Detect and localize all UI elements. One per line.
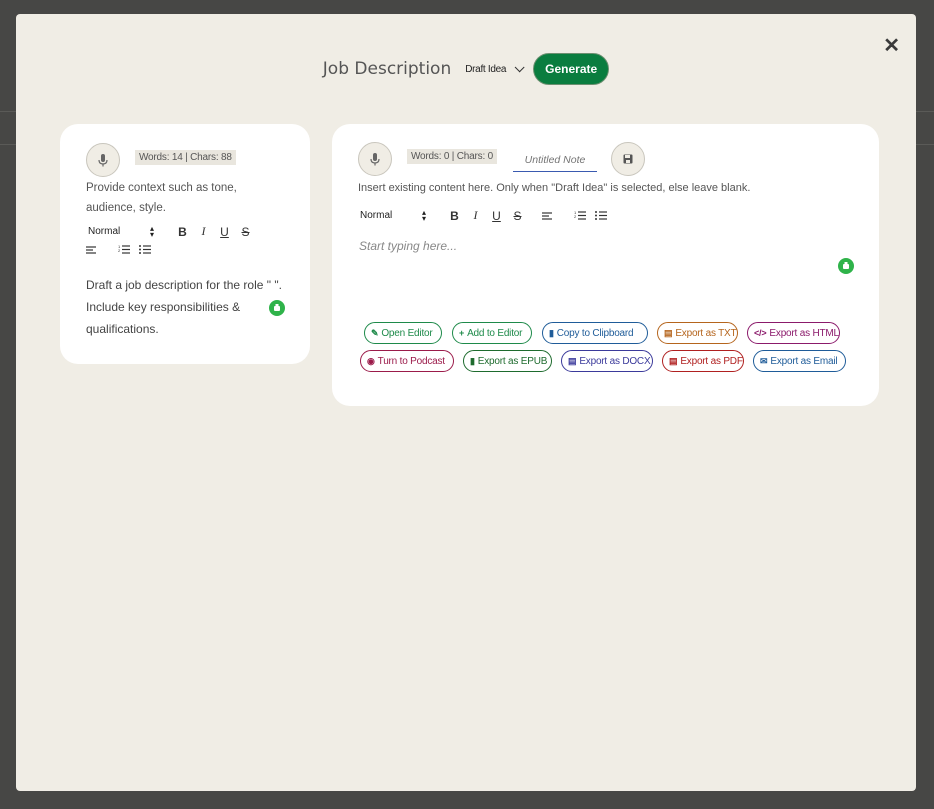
svg-text:2: 2 xyxy=(118,248,121,253)
format-select[interactable]: Normal ▴ ▾ xyxy=(360,207,426,223)
action-label: Open Editor xyxy=(381,327,433,339)
action-label: Export as EPUB xyxy=(477,355,548,367)
bullet-list-icon[interactable] xyxy=(595,210,607,221)
bullet-list-icon[interactable] xyxy=(139,244,151,255)
italic-icon[interactable]: I xyxy=(465,208,486,223)
bold-icon[interactable]: B xyxy=(172,225,193,239)
content-card: Words: 0 | Chars: 0 Insert existing cont… xyxy=(332,124,879,406)
podcast-icon: ◉ xyxy=(367,355,375,366)
note-title-input[interactable] xyxy=(513,148,597,172)
save-button[interactable] xyxy=(611,142,645,176)
prompt-line: qualifications. xyxy=(86,322,159,336)
action-label: Export as HTML xyxy=(769,327,839,339)
pencil-icon: ✎ xyxy=(371,327,379,338)
action-label: Export as DOCX xyxy=(579,355,651,367)
mode-select-value: Draft Idea xyxy=(465,63,507,75)
word-char-counter: Words: 14 | Chars: 88 xyxy=(135,150,236,165)
microphone-button[interactable] xyxy=(86,143,120,177)
prompt-line: Include key responsibilities & xyxy=(86,300,241,314)
bold-icon[interactable]: B xyxy=(444,209,465,223)
action-label: Export as PDF xyxy=(680,355,743,367)
action-label: Export as TXT xyxy=(675,327,737,339)
prompt-hint-line: Provide context such as tone, xyxy=(86,182,237,194)
action-label: Turn to Podcast xyxy=(377,355,445,367)
ordered-list-icon[interactable]: 12 xyxy=(574,210,586,221)
mode-select[interactable]: Draft Idea xyxy=(465,61,525,75)
modal-header: Job Description Draft Idea Generate xyxy=(16,53,916,85)
envelope-icon: ✉ xyxy=(760,355,768,366)
action-label: Export as Email xyxy=(770,355,838,367)
export-as-email-button[interactable]: ✉ Export as Email xyxy=(753,350,846,372)
microphone-icon xyxy=(370,152,380,165)
italic-icon[interactable]: I xyxy=(193,224,214,239)
generate-button[interactable]: Generate xyxy=(533,53,610,85)
ordered-list-icon[interactable]: 12 xyxy=(118,244,130,255)
prompt-editor[interactable]: Draft a job description for the role " "… xyxy=(86,274,282,340)
export-as-pdf-button[interactable]: ▤ Export as PDF xyxy=(662,350,744,372)
job-description-modal: ✕ Job Description Draft Idea Generate Wo… xyxy=(16,14,916,791)
add-to-editor-button[interactable]: + Add to Editor xyxy=(452,322,532,344)
format-select-value: Normal xyxy=(360,210,393,221)
underline-icon[interactable]: U xyxy=(214,225,235,239)
turn-to-podcast-button[interactable]: ◉ Turn to Podcast xyxy=(360,350,454,372)
clipboard-icon: ▮ xyxy=(549,327,554,338)
content-hint: Insert existing content here. Only when … xyxy=(358,182,751,194)
format-toolbar: Normal ▴ ▾ B I U S 12 xyxy=(360,208,607,223)
prompt-hint-line: audience, style. xyxy=(86,202,166,214)
open-editor-button[interactable]: ✎ Open Editor xyxy=(364,322,442,344)
prompt-line: Draft a job description for the role " "… xyxy=(86,278,282,292)
chevron-down-icon xyxy=(514,61,525,72)
code-icon: </> xyxy=(754,328,767,338)
align-left-icon[interactable] xyxy=(86,245,98,255)
format-toolbar: Normal ▴ ▾ B I U S xyxy=(88,224,256,239)
svg-text:2: 2 xyxy=(574,214,577,219)
export-as-html-button[interactable]: </> Export as HTML xyxy=(747,322,840,344)
book-icon: ▮ xyxy=(470,355,475,366)
format-select[interactable]: Normal ▴ ▾ xyxy=(88,223,154,239)
select-arrows-icon: ▴ ▾ xyxy=(421,207,426,223)
underline-icon[interactable]: U xyxy=(486,209,507,223)
strikethrough-icon[interactable]: S xyxy=(507,209,528,223)
microphone-icon xyxy=(98,153,108,166)
action-label: Copy to Clipboard xyxy=(556,327,634,339)
export-as-txt-button[interactable]: ▤ Export as TXT xyxy=(657,322,738,344)
action-label: Add to Editor xyxy=(467,327,523,339)
save-icon xyxy=(623,154,633,164)
strikethrough-icon[interactable]: S xyxy=(235,225,256,239)
prompt-card: Words: 14 | Chars: 88 Provide context su… xyxy=(60,124,310,364)
file-text-icon: ▤ xyxy=(664,327,673,338)
file-pdf-icon: ▤ xyxy=(669,355,678,366)
format-select-value: Normal xyxy=(88,226,121,237)
grammarly-icon[interactable] xyxy=(269,300,285,316)
plus-icon: + xyxy=(459,328,465,338)
file-word-icon: ▤ xyxy=(568,355,577,366)
grammarly-icon[interactable] xyxy=(838,258,854,274)
select-arrows-icon: ▴ ▾ xyxy=(149,223,154,239)
page-title: Job Description xyxy=(322,59,452,79)
content-editor[interactable]: Start typing here... xyxy=(359,239,457,253)
microphone-button[interactable] xyxy=(358,142,392,176)
align-left-icon[interactable] xyxy=(542,211,554,221)
export-as-docx-button[interactable]: ▤ Export as DOCX xyxy=(561,350,653,372)
prompt-hint: Provide context such as tone, audience, … xyxy=(86,178,237,218)
export-as-epub-button[interactable]: ▮ Export as EPUB xyxy=(463,350,552,372)
word-char-counter: Words: 0 | Chars: 0 xyxy=(407,149,497,164)
format-toolbar-row2: 12 xyxy=(86,244,151,255)
copy-to-clipboard-button[interactable]: ▮ Copy to Clipboard xyxy=(542,322,648,344)
